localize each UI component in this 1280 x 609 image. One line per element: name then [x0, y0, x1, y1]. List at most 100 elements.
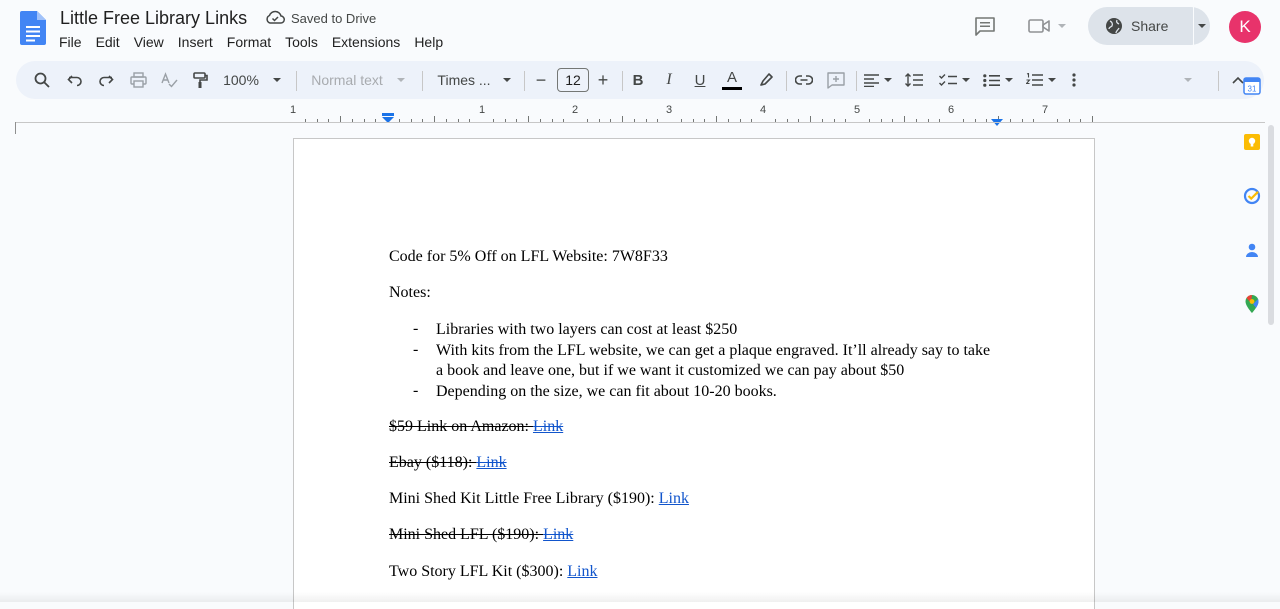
save-status-label: Saved to Drive	[291, 11, 377, 26]
more-vert-icon	[1072, 73, 1076, 87]
link-description: Mini Shed Kit Little Free Library ($190)…	[389, 490, 659, 507]
paint-format-button[interactable]	[188, 61, 212, 99]
tasks-addon-icon[interactable]	[1242, 186, 1262, 206]
paint-roller-icon	[193, 71, 208, 88]
menu-insert[interactable]: Insert	[171, 32, 220, 52]
ruler-label: 6	[947, 104, 955, 116]
checklist-button[interactable]	[934, 61, 974, 99]
ruler-label: 4	[759, 104, 767, 116]
chevron-down-icon	[1005, 78, 1013, 82]
link-paragraph[interactable]: $59 Link on Amazon: Link	[389, 418, 563, 436]
align-left-icon	[864, 73, 879, 87]
print-button[interactable]	[126, 61, 150, 99]
highlighter-icon	[760, 73, 773, 86]
ruler-label: 7	[1041, 104, 1049, 116]
maps-addon-icon[interactable]	[1242, 294, 1262, 314]
undo-icon	[67, 75, 82, 87]
more-options-button[interactable]	[1064, 61, 1084, 99]
undo-button[interactable]	[63, 61, 87, 99]
hyperlink[interactable]: Link	[476, 454, 506, 471]
link-paragraph[interactable]: Two Story LFL Kit ($300): Link	[389, 563, 598, 581]
comment-history-button[interactable]	[970, 12, 1000, 40]
menu-tools[interactable]: Tools	[278, 32, 325, 52]
discount-code-paragraph[interactable]: Code for 5% Off on LFL Website: 7W8F33	[389, 248, 668, 266]
list-item-text: Libraries with two layers can cost at le…	[436, 321, 738, 338]
cloud-done-icon	[265, 9, 285, 28]
chevron-down-icon	[272, 78, 281, 82]
share-button[interactable]: Share	[1088, 7, 1210, 45]
video-camera-icon	[1028, 19, 1050, 33]
menu-help[interactable]: Help	[407, 32, 450, 52]
horizontal-ruler[interactable]: 1 1 2 3 4 5 6 7	[0, 104, 1280, 126]
font-value: Times ...	[437, 72, 491, 88]
bold-button[interactable]: B	[628, 61, 648, 99]
add-comment-icon	[827, 71, 845, 89]
notes-heading[interactable]: Notes:	[389, 284, 431, 302]
menu-edit[interactable]: Edit	[89, 32, 127, 52]
numbered-list-button[interactable]	[1021, 61, 1061, 99]
account-avatar[interactable]: K	[1229, 11, 1261, 43]
formatting-toolbar: 100% Normal text Times ... − 12 + B I U …	[16, 61, 1264, 99]
search-icon	[34, 72, 50, 88]
menu-file[interactable]: File	[52, 32, 89, 52]
share-options-button[interactable]	[1194, 24, 1210, 28]
comment-icon	[975, 17, 995, 36]
editing-mode-dropdown[interactable]	[1176, 61, 1200, 99]
spelling-check-button[interactable]	[157, 61, 181, 99]
left-indent-marker[interactable]	[382, 110, 394, 128]
underline-button[interactable]: U	[690, 61, 710, 99]
align-select[interactable]	[860, 61, 896, 99]
zoom-select[interactable]: 100%	[221, 61, 283, 99]
menu-format[interactable]: Format	[220, 32, 278, 52]
link-paragraph[interactable]: Mini Shed LFL ($190): Link	[389, 526, 573, 544]
bulleted-list-button[interactable]	[978, 61, 1018, 99]
keep-addon-icon[interactable]	[1242, 132, 1262, 152]
style-select[interactable]: Normal text	[306, 61, 410, 99]
link-description: Mini Shed LFL ($190):	[389, 526, 544, 543]
search-menus-button[interactable]	[30, 61, 54, 99]
add-comment-button[interactable]	[824, 61, 848, 99]
highlight-color-button[interactable]	[754, 61, 778, 99]
text-color-letter: A	[726, 69, 737, 86]
insert-link-button[interactable]	[792, 61, 816, 99]
bullet-marker: -	[413, 340, 419, 358]
bullet-marker: -	[413, 320, 419, 337]
app-header: Little Free Library Links Saved to Drive…	[0, 0, 1280, 58]
save-status[interactable]: Saved to Drive	[265, 9, 376, 28]
chevron-down-icon	[502, 78, 511, 82]
font-select[interactable]: Times ...	[434, 61, 514, 99]
chevron-down-icon	[396, 78, 405, 82]
italic-button[interactable]: I	[659, 61, 679, 99]
hyperlink[interactable]: Link	[543, 526, 573, 543]
bullet-marker: -	[413, 381, 419, 399]
hyperlink[interactable]: Link	[659, 490, 689, 507]
numbered-list-icon	[1026, 73, 1043, 86]
document-page[interactable]: Code for 5% Off on LFL Website: 7W8F33 N…	[293, 138, 1095, 609]
text-color-button[interactable]: A	[720, 61, 744, 99]
document-title[interactable]: Little Free Library Links	[60, 8, 247, 29]
hyperlink[interactable]: Link	[567, 563, 597, 580]
font-size-input[interactable]: 12	[556, 61, 590, 99]
text-color-swatch	[722, 87, 742, 90]
chevron-down-icon	[1058, 24, 1066, 28]
link-description: Two Story LFL Kit ($300):	[389, 563, 568, 580]
style-value: Normal text	[311, 72, 383, 88]
meet-button[interactable]	[1024, 12, 1070, 40]
chevron-down-icon	[1184, 78, 1192, 82]
zoom-value: 100%	[223, 72, 259, 88]
docs-logo-icon[interactable]	[20, 11, 46, 45]
link-paragraph[interactable]: Ebay ($118): Link	[389, 454, 507, 472]
link-paragraph[interactable]: Mini Shed Kit Little Free Library ($190)…	[389, 490, 689, 508]
calendar-addon-icon[interactable]: 31	[1242, 76, 1262, 96]
menu-extensions[interactable]: Extensions	[325, 32, 407, 52]
hyperlink[interactable]: Link	[533, 418, 563, 435]
increase-font-size-button[interactable]: +	[592, 61, 614, 99]
menu-view[interactable]: View	[127, 32, 171, 52]
ruler-label: 5	[853, 104, 861, 116]
vertical-scrollbar[interactable]	[1268, 125, 1274, 325]
line-spacing-button[interactable]	[901, 61, 927, 99]
redo-button[interactable]	[94, 61, 118, 99]
contacts-addon-icon[interactable]	[1242, 240, 1262, 260]
share-label: Share	[1131, 18, 1169, 34]
decrease-font-size-button[interactable]: −	[530, 61, 552, 99]
